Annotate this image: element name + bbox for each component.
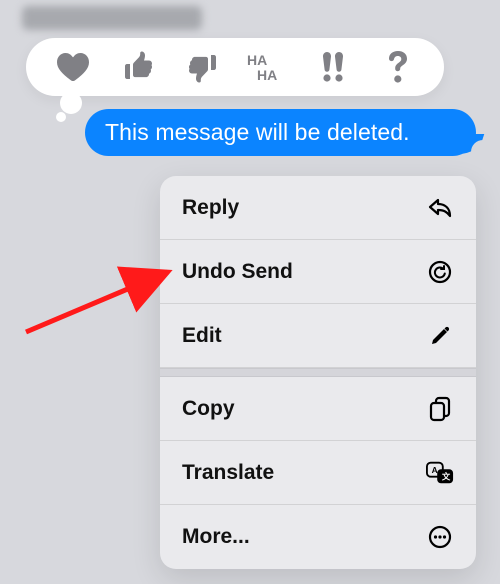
message-text: This message will be deleted.	[105, 119, 410, 146]
edit-icon	[426, 322, 454, 350]
menu-translate[interactable]: Translate A文	[160, 441, 476, 505]
menu-copy[interactable]: Copy	[160, 377, 476, 441]
menu-undo-label: Undo Send	[182, 260, 293, 284]
reaction-tail-small	[56, 112, 66, 122]
question-icon[interactable]	[377, 46, 419, 88]
haha-icon[interactable]: HAHA	[247, 46, 289, 88]
heart-icon[interactable]	[52, 46, 94, 88]
menu-separator	[160, 368, 476, 377]
exclaim-icon[interactable]	[312, 46, 354, 88]
svg-text:HA: HA	[257, 67, 277, 83]
thumbs-down-icon[interactable]	[182, 46, 224, 88]
message-bubble[interactable]: This message will be deleted.	[85, 109, 476, 156]
menu-reply[interactable]: Reply	[160, 176, 476, 240]
svg-text:A: A	[432, 465, 438, 475]
context-menu: Reply Undo Send Edit Copy Translate A文 M…	[160, 176, 476, 569]
contact-name-blurred	[22, 6, 202, 30]
reply-icon	[426, 194, 454, 222]
menu-edit-label: Edit	[182, 324, 222, 348]
tapback-reactions-bar: HAHA	[26, 38, 444, 96]
undo-send-icon	[426, 258, 454, 286]
menu-reply-label: Reply	[182, 196, 239, 220]
svg-text:HA: HA	[247, 52, 267, 68]
svg-text:文: 文	[442, 471, 451, 481]
menu-copy-label: Copy	[182, 397, 235, 421]
menu-more-label: More...	[182, 525, 250, 549]
menu-translate-label: Translate	[182, 461, 274, 485]
menu-undo-send[interactable]: Undo Send	[160, 240, 476, 304]
copy-icon	[426, 395, 454, 423]
menu-more[interactable]: More...	[160, 505, 476, 569]
thumbs-up-icon[interactable]	[117, 46, 159, 88]
more-icon	[426, 523, 454, 551]
translate-icon: A文	[426, 459, 454, 487]
reaction-tail-large	[60, 92, 82, 114]
menu-edit[interactable]: Edit	[160, 304, 476, 368]
